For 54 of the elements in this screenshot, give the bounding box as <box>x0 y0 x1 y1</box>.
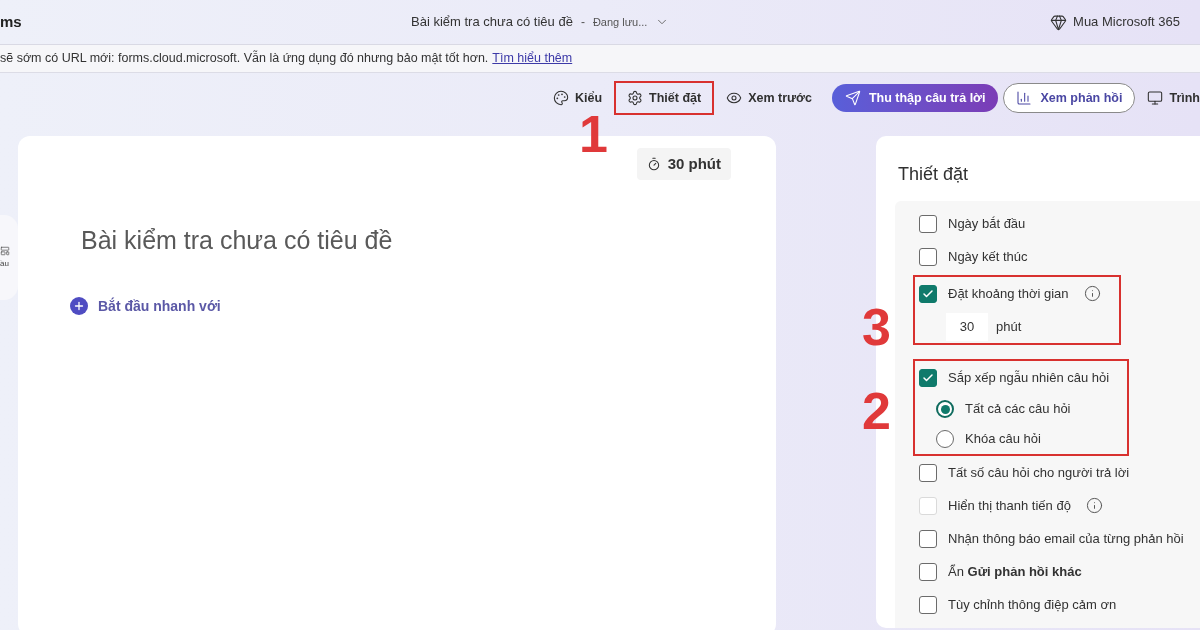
setting-label: Ẩn Gửi phản hồi khác <box>948 563 1082 580</box>
stopwatch-icon <box>646 157 661 171</box>
bar-chart-icon <box>1016 90 1033 106</box>
settings-title: Thiết đặt <box>898 164 969 184</box>
setting-label: Tùy chỉnh thông điệp cảm ơn <box>948 596 1117 613</box>
toolbar-button[interactable]: Trình <box>1140 82 1200 114</box>
eye-icon <box>726 90 743 106</box>
save-status: Đang lưu... <box>592 14 648 30</box>
checkbox[interactable] <box>919 368 937 387</box>
option-label: Tất cả các câu hỏi <box>965 400 1071 419</box>
toolbar-button[interactable]: Thiết đặt <box>620 82 709 114</box>
radio-button[interactable] <box>936 430 954 448</box>
app-name: ms <box>0 13 22 30</box>
checkbox[interactable] <box>919 284 937 303</box>
toolbar-button[interactable]: Xem phản hồi <box>1003 83 1136 113</box>
form-title: Bài kiểm tra chưa có tiêu đề <box>81 226 393 254</box>
palette-icon <box>552 90 569 106</box>
document-title: Bài kiểm tra chưa có tiêu đề <box>411 13 573 32</box>
checkbox[interactable] <box>919 562 937 581</box>
setting-label: Nhận thông báo email của từng phản hồi <box>948 530 1184 547</box>
checkbox[interactable] <box>919 529 937 548</box>
title-separator: - <box>580 14 585 31</box>
rail-label: ầu <box>0 259 9 269</box>
setting-label: Tất số câu hỏi cho người trả lời <box>948 464 1130 481</box>
checkbox[interactable] <box>919 214 937 233</box>
template-icon[interactable] <box>0 245 10 257</box>
checkbox[interactable] <box>919 463 937 482</box>
annotation-number: 2 <box>862 385 891 437</box>
unit-label: phút <box>996 317 1022 336</box>
setting-label: Đặt khoảng thời gian <box>948 285 1069 302</box>
annotation-number: 3 <box>862 301 891 353</box>
setting-label: Sắp xếp ngẫu nhiên câu hỏi <box>948 369 1110 386</box>
radio-button[interactable] <box>936 400 954 418</box>
timer-button[interactable]: 30 phút <box>636 148 731 180</box>
setting-label: Ngày bắt đầu <box>948 215 1026 232</box>
setting-label: Ngày kết thúc <box>948 248 1028 265</box>
banner-message: sẽ sớm có URL mới: forms.cloud.microsoft. Vẫn là ứng dụng đó nhưng bảo mật tốt hơn. <box>0 49 489 68</box>
duration-input[interactable]: 30 <box>946 312 988 341</box>
send-icon <box>844 90 861 106</box>
learn-more-link[interactable]: Tìm hiểu thêm <box>492 49 573 68</box>
monitor-icon <box>1147 90 1164 106</box>
buy-button[interactable]: Mua Microsoft 365 <box>1050 12 1180 32</box>
setting-label: Hiển thị thanh tiến độ <box>948 497 1071 514</box>
quick-start-button[interactable]: Bắt đầu nhanh với <box>70 294 221 318</box>
option-label: Khóa câu hỏi <box>965 430 1041 449</box>
checkbox[interactable] <box>919 595 937 614</box>
toolbar-button[interactable]: Xem trước <box>719 82 819 114</box>
settings-icon <box>627 90 644 106</box>
checkbox[interactable] <box>919 247 937 266</box>
info-icon[interactable] <box>1083 285 1101 302</box>
check-icon <box>922 287 934 300</box>
diamond-icon <box>1050 13 1068 31</box>
check-icon <box>922 371 934 384</box>
toolbar-button[interactable]: Thu thập câu trả lời <box>831 84 999 112</box>
